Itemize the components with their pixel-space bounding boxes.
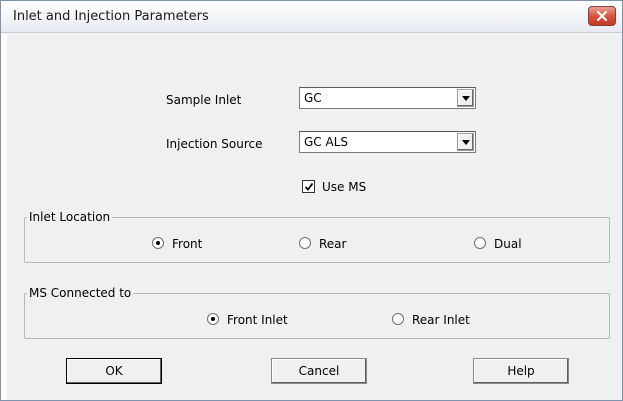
inlet-location-rear-label: Rear — [319, 237, 347, 251]
injection-source-select[interactable]: GC ALS — [299, 131, 476, 153]
inlet-location-rear-radio[interactable] — [299, 237, 311, 249]
ms-connected-rear-inlet-radio[interactable] — [392, 313, 404, 325]
title-bar[interactable]: Inlet and Injection Parameters — [1, 1, 622, 33]
use-ms-label: Use MS — [322, 180, 367, 194]
dialog-body: Sample Inlet GC Injection Source GC ALS … — [1, 34, 622, 400]
ms-connected-front-inlet-radio[interactable] — [207, 313, 219, 325]
chevron-down-icon — [461, 139, 470, 145]
sample-inlet-dropdown-button[interactable] — [457, 89, 474, 107]
injection-source-value: GC ALS — [304, 135, 349, 149]
close-button[interactable] — [588, 6, 616, 26]
checkmark-icon — [304, 182, 314, 191]
sample-inlet-label: Sample Inlet — [166, 93, 242, 107]
inlet-location-front-label: Front — [172, 237, 203, 251]
injection-source-label: Injection Source — [166, 137, 263, 151]
ms-connected-rear-inlet-label: Rear Inlet — [412, 313, 470, 327]
ms-connected-legend: MS Connected to — [27, 286, 134, 300]
sample-inlet-select[interactable]: GC — [299, 87, 476, 109]
dialog-window: Inlet and Injection Parameters Sample In… — [0, 0, 623, 401]
injection-source-dropdown-button[interactable] — [457, 133, 474, 151]
sample-inlet-value: GC — [304, 91, 322, 105]
window-title: Inlet and Injection Parameters — [13, 9, 209, 24]
use-ms-checkbox[interactable] — [302, 180, 315, 193]
inlet-location-dual-label: Dual — [494, 237, 522, 251]
inlet-location-dual-radio[interactable] — [474, 237, 486, 249]
chevron-down-icon — [461, 95, 470, 101]
ms-connected-front-inlet-label: Front Inlet — [227, 313, 288, 327]
inlet-location-front-radio[interactable] — [152, 237, 164, 249]
help-button[interactable]: Help — [473, 358, 569, 384]
ok-button[interactable]: OK — [66, 358, 162, 384]
close-icon — [597, 11, 607, 21]
cancel-button[interactable]: Cancel — [271, 358, 367, 384]
inlet-location-legend: Inlet Location — [27, 210, 113, 224]
